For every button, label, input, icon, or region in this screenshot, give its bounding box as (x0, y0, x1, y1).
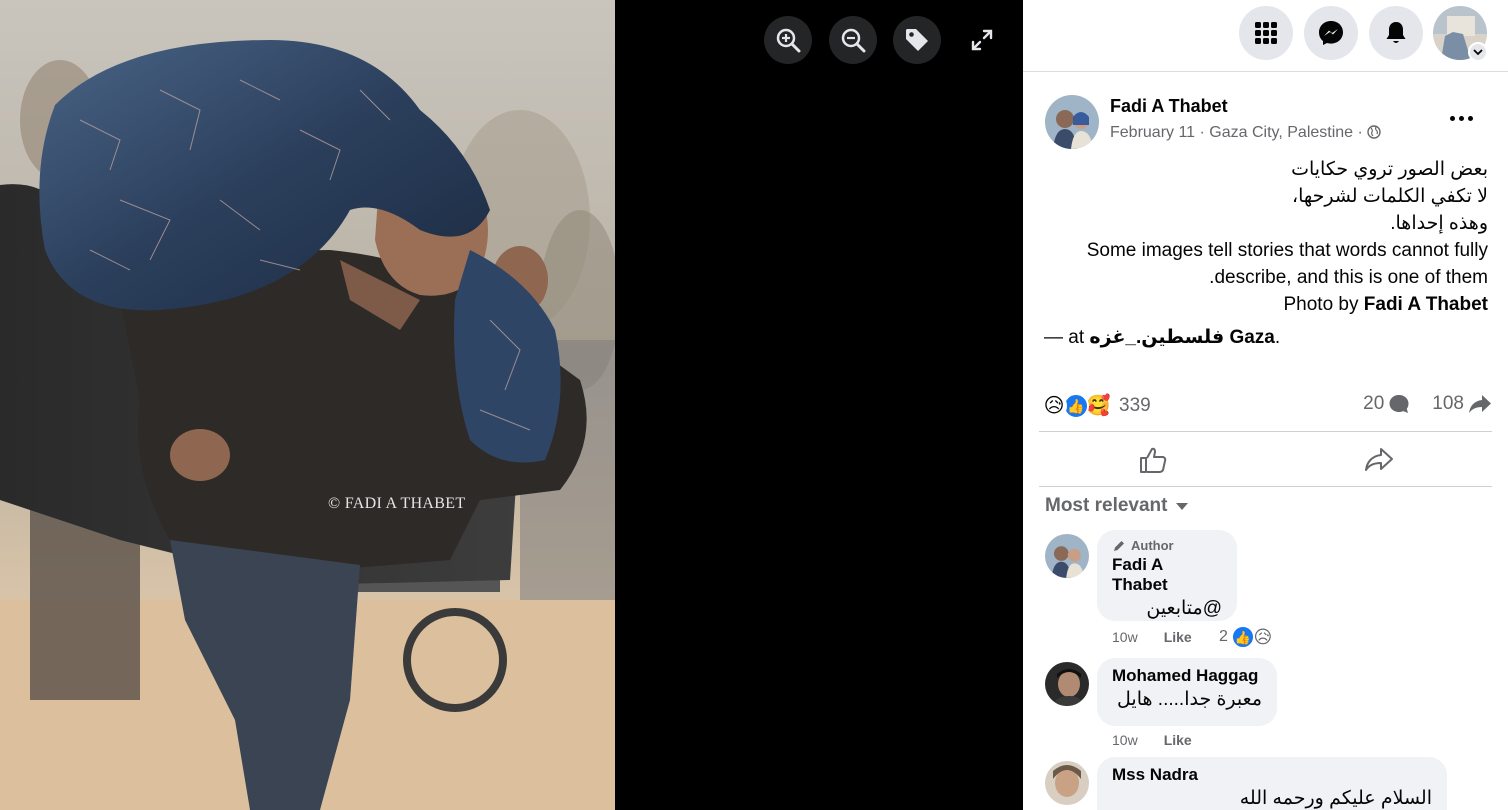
commenter-avatar[interactable] (1045, 534, 1089, 578)
share-count[interactable]: 108 (1432, 393, 1492, 415)
more-dot (1467, 115, 1473, 121)
comment-like-button[interactable]: Like (1164, 629, 1192, 645)
tag-photo-button[interactable] (893, 16, 941, 64)
notifications-button[interactable] (1369, 6, 1423, 60)
checkin-suffix: . (1274, 327, 1281, 348)
zoom-in-button[interactable] (764, 16, 812, 64)
share-arrow-icon (1365, 448, 1393, 471)
comment-footer: 10w Like (1112, 732, 1192, 748)
commenter-avatar-image (1045, 534, 1089, 578)
post-panel: Fadi A Thabet February 11 · Gaza City, P… (1023, 73, 1508, 810)
meta-separator: · (1195, 124, 1210, 141)
comment-footer: 10w Like (1112, 629, 1192, 645)
comment-count-value: 20 (1363, 393, 1385, 414)
messenger-icon (1319, 21, 1343, 45)
comment-count[interactable]: 20 (1363, 393, 1410, 415)
divider (1039, 486, 1492, 487)
comment-text: @متابعين (1146, 598, 1222, 619)
commenter-name[interactable]: Mss Nadra (1112, 765, 1432, 785)
caption-arabic-line: لا تكفي الكلمات لشرحها، (1291, 186, 1488, 207)
zoom-out-icon (841, 28, 866, 53)
expand-icon (971, 29, 993, 51)
more-dot (1458, 115, 1464, 121)
messenger-button[interactable] (1304, 6, 1358, 60)
comment-reaction-count: 2 (1219, 628, 1228, 645)
engagement-counts: 20 108 (1363, 393, 1492, 415)
chevron-down-icon (1473, 49, 1483, 56)
comment-reactions[interactable]: 2 👍 😥 (1219, 625, 1275, 649)
commenter-name[interactable]: Fadi A Thabet (1112, 555, 1222, 595)
divider (1039, 431, 1492, 432)
menu-button[interactable] (1239, 6, 1293, 60)
post-options-button[interactable] (1441, 103, 1481, 133)
post-author-name[interactable]: Fadi A Thabet (1110, 96, 1228, 117)
pen-icon (1114, 540, 1124, 551)
caption-credit: Photo by Fadi A Thabet (1043, 291, 1489, 318)
thumbs-up-icon (1140, 447, 1167, 473)
photo-viewer: © FADI A THABET (0, 0, 1023, 810)
author-badge-label: Author (1131, 538, 1174, 553)
post-date[interactable]: February 11 (1110, 124, 1195, 141)
credit-prefix: Photo by (1283, 294, 1364, 315)
more-dot (1449, 115, 1455, 121)
zoom-out-button[interactable] (829, 16, 877, 64)
author-badge: Author (1112, 538, 1222, 553)
share-count-value: 108 (1432, 393, 1464, 414)
reaction-count: 339 (1119, 395, 1151, 416)
checkin-prefix: — at (1044, 327, 1090, 348)
comment-time[interactable]: 10w (1112, 732, 1138, 748)
author-avatar[interactable] (1045, 95, 1099, 149)
comment-bubble: Mss Nadra السلام عليكم ورحمه الله (1097, 757, 1447, 810)
caption-english-line: Some images tell stories that words cann… (1086, 240, 1488, 261)
grid-menu-icon (1255, 22, 1277, 44)
commenter-avatar[interactable] (1045, 662, 1089, 706)
account-menu-toggle[interactable] (1468, 42, 1488, 62)
sad-reaction-icon: 😥 (1041, 393, 1067, 419)
zoom-in-icon (776, 28, 801, 53)
caption-english-line: .describe, and this is one of them (1209, 267, 1488, 288)
meta-separator: · (1353, 124, 1368, 141)
caption-arabic-line: بعض الصور تروي حكايات (1291, 159, 1488, 180)
author-avatar-image (1045, 95, 1099, 149)
share-arrow-icon (1469, 395, 1491, 413)
globe-icon (1367, 125, 1381, 139)
caption-arabic-line: وهذه إحداها. (1390, 213, 1488, 234)
post-location[interactable]: Gaza City, Palestine (1209, 124, 1353, 141)
commenter-avatar-image (1045, 761, 1089, 805)
comment-text: معبرة جدا..... هايل (1117, 689, 1262, 710)
photo-watermark: © FADI A THABET (328, 495, 466, 512)
post-meta: February 11 · Gaza City, Palestine · (1110, 124, 1381, 142)
post-photo[interactable]: © FADI A THABET (0, 0, 615, 810)
post-checkin: — at فلسطين._غزه Gaza. (1044, 326, 1280, 349)
comment-time[interactable]: 10w (1112, 629, 1138, 645)
comment-sort-label: Most relevant (1045, 495, 1168, 516)
checkin-place[interactable]: فلسطين._غزه Gaza (1089, 327, 1274, 348)
post-caption: بعض الصور تروي حكايات لا تكفي الكلمات لش… (1043, 156, 1488, 318)
commenter-name[interactable]: Mohamed Haggag (1112, 666, 1262, 686)
comment-sort-dropdown[interactable]: Most relevant (1045, 495, 1189, 517)
comment-like-button[interactable]: Like (1164, 732, 1192, 748)
tag-icon (906, 29, 928, 51)
reaction-summary[interactable]: 😥 👍 🥰 339 (1041, 392, 1151, 420)
fullscreen-button[interactable] (958, 16, 1006, 64)
share-button[interactable] (1349, 435, 1409, 485)
commenter-avatar-image (1045, 662, 1089, 706)
comment-text: السلام عليكم ورحمه الله (1239, 788, 1432, 809)
comment-bubble: Mohamed Haggag معبرة جدا..... هايل (1097, 658, 1277, 726)
top-navigation (1023, 0, 1508, 72)
credit-name[interactable]: Fadi A Thabet (1364, 294, 1488, 315)
commenter-avatar[interactable] (1045, 761, 1089, 805)
photo-illustration (0, 0, 615, 810)
comment-bubble-icon (1389, 395, 1409, 413)
caret-down-icon (1176, 502, 1189, 510)
bell-icon (1386, 22, 1406, 43)
like-reaction-icon: 👍 (1230, 625, 1255, 649)
like-button[interactable] (1123, 435, 1183, 485)
comment-bubble: Author Fadi A Thabet @متابعين (1097, 530, 1237, 621)
